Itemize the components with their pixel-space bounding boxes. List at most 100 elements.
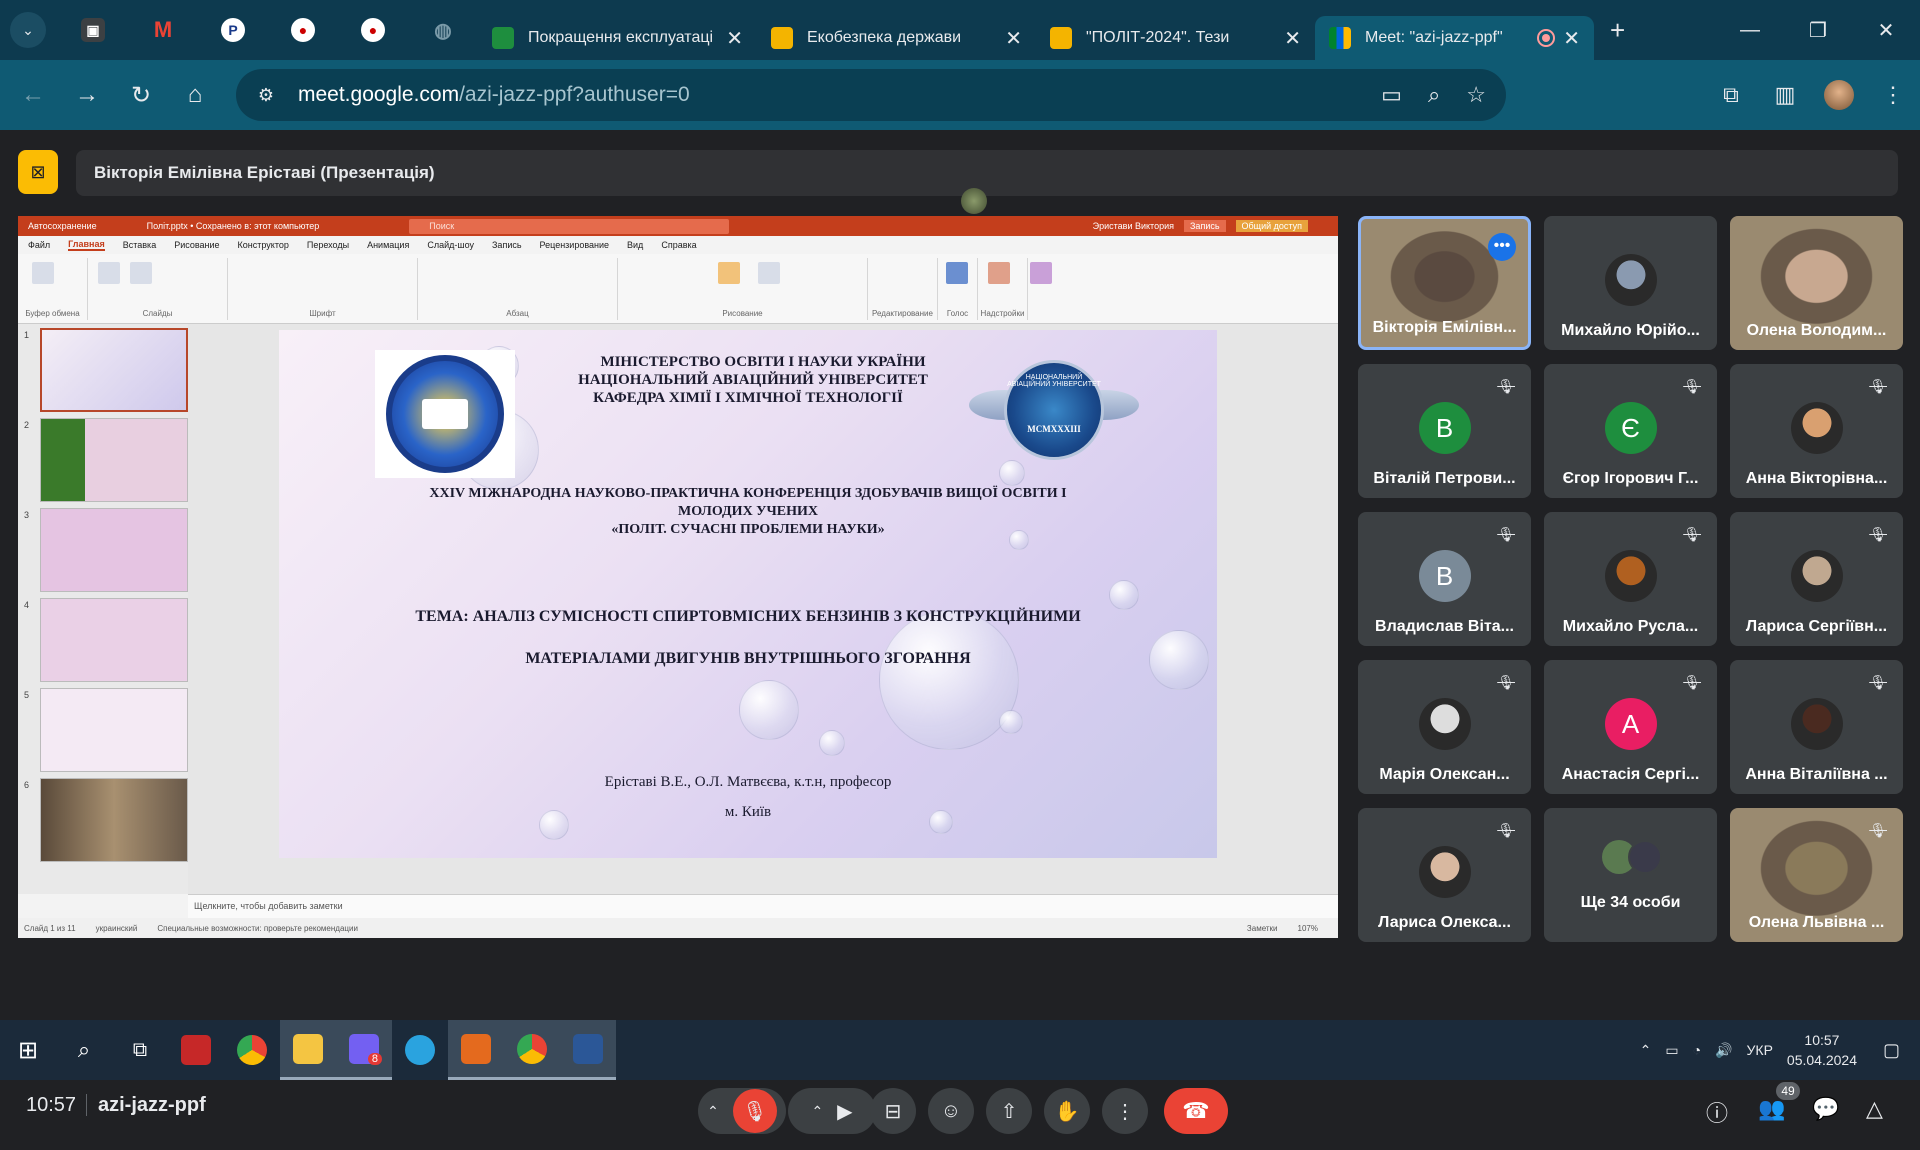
taskbar-app[interactable] bbox=[560, 1020, 616, 1080]
participant-tile[interactable]: В 🎙 Владислав Віта... bbox=[1358, 512, 1531, 646]
participant-tile[interactable]: 🎙 Олена Львівна ... bbox=[1730, 808, 1903, 942]
tab-search-button[interactable]: ⌄ bbox=[10, 12, 46, 48]
wifi-icon[interactable]: ◔ bbox=[1693, 1042, 1701, 1058]
start-button[interactable]: ⊞ bbox=[0, 1020, 56, 1080]
taskbar-app[interactable] bbox=[448, 1020, 504, 1080]
taskbar-app[interactable] bbox=[504, 1020, 560, 1080]
participant-tile[interactable]: Є 🎙 Єгор Ігорович Г... bbox=[1544, 364, 1717, 498]
taskbar-app[interactable] bbox=[392, 1020, 448, 1080]
close-icon[interactable]: ✕ bbox=[1284, 26, 1301, 51]
mic-off-icon[interactable]: 🎙 bbox=[732, 1089, 777, 1133]
camera-icon[interactable]: ▭ bbox=[1381, 82, 1402, 108]
meeting-info-icon[interactable]: ⓘ bbox=[1706, 1096, 1728, 1128]
file-explorer-icon bbox=[293, 1033, 323, 1064]
search-button[interactable]: ⌕ bbox=[56, 1020, 112, 1080]
chevron-up-icon[interactable]: ⌃ bbox=[707, 1103, 719, 1120]
slide-city: м. Київ bbox=[724, 804, 772, 820]
address-bar[interactable]: ⚙ meet.google.com/azi-jazz-ppf?authuser=… bbox=[236, 69, 1506, 121]
pinned-tab-drop-1[interactable]: ● bbox=[268, 8, 338, 52]
back-button[interactable]: ← bbox=[6, 68, 60, 122]
restore-button[interactable]: ❐ bbox=[1784, 0, 1852, 60]
windows-taskbar: ⊞ ⌕ ⧉ 8 ⌃ ▭ ◔ 🔊 УКР 10:57 05.04.2024 ▢ bbox=[0, 1020, 1920, 1080]
people-icon[interactable]: 👥 bbox=[1758, 1096, 1785, 1122]
participant-name: Олена Володим... bbox=[1746, 322, 1887, 339]
presentation-toggle-button[interactable]: ⊠ bbox=[18, 150, 58, 194]
more-options-button[interactable]: ⋮ bbox=[1102, 1088, 1148, 1134]
close-icon[interactable]: ✕ bbox=[726, 26, 743, 51]
participant-tile[interactable]: 🎙 Марія Олексан... bbox=[1358, 660, 1531, 794]
present-button[interactable]: ⇧ bbox=[986, 1088, 1032, 1134]
notifications-icon[interactable]: ▢ bbox=[1883, 1040, 1900, 1061]
camera-control[interactable]: ⌃ ▶ bbox=[788, 1088, 876, 1134]
participant-tile[interactable]: Михайло Юрійо... bbox=[1544, 216, 1717, 350]
bubble-decoration bbox=[819, 730, 845, 756]
close-icon[interactable]: ✕ bbox=[1005, 26, 1022, 51]
taskbar-app[interactable] bbox=[168, 1020, 224, 1080]
taskbar-app[interactable]: 8 bbox=[336, 1020, 392, 1080]
bookmark-star-icon[interactable]: ☆ bbox=[1466, 82, 1486, 108]
taskbar-app[interactable] bbox=[224, 1020, 280, 1080]
captions-button[interactable]: ⊟ bbox=[870, 1088, 916, 1134]
taskbar-app[interactable] bbox=[280, 1020, 336, 1080]
minimize-button[interactable]: — bbox=[1716, 0, 1784, 60]
contact-card-icon: ▣ bbox=[81, 18, 105, 42]
pinned-tab-gmail[interactable]: M bbox=[128, 8, 198, 52]
volume-icon[interactable]: 🔊 bbox=[1715, 1042, 1732, 1059]
participant-tile[interactable]: 🎙 Лариса Олекса... bbox=[1358, 808, 1531, 942]
new-tab-button[interactable]: + bbox=[1610, 15, 1625, 46]
zoom-icon[interactable]: ⌕ bbox=[1428, 82, 1440, 108]
participant-tile[interactable]: 🎙 Анна Віталіївна ... bbox=[1730, 660, 1903, 794]
bubble-decoration bbox=[879, 610, 1019, 750]
url-host: meet.google.com bbox=[298, 83, 460, 106]
participant-avatar bbox=[1604, 254, 1657, 306]
tab-3[interactable]: "ПОЛІТ-2024". Тези ✕ bbox=[1036, 16, 1315, 60]
arrange-icon bbox=[718, 262, 740, 284]
participant-tile[interactable]: А 🎙 Анастасія Сергі... bbox=[1544, 660, 1717, 794]
participant-avatar bbox=[1790, 402, 1843, 454]
profile-avatar[interactable] bbox=[1812, 80, 1866, 110]
system-tray: ⌃ ▭ ◔ 🔊 УКР 10:57 05.04.2024 ▢ bbox=[1640, 1020, 1920, 1080]
participant-tile[interactable]: Ще 34 особи bbox=[1544, 808, 1717, 942]
pinned-tab-p[interactable]: P bbox=[198, 8, 268, 52]
extensions-icon[interactable]: ⧉ bbox=[1704, 82, 1758, 108]
pp-search: Поиск bbox=[409, 218, 730, 234]
chat-icon[interactable]: 💬 bbox=[1812, 1096, 1839, 1122]
battery-icon[interactable]: ▭ bbox=[1665, 1042, 1678, 1059]
participant-tile[interactable]: 🎙 Лариса Сергіївн... bbox=[1730, 512, 1903, 646]
status-slide-count: Слайд 1 из 11 bbox=[24, 923, 76, 933]
close-icon[interactable]: ✕ bbox=[1563, 26, 1580, 51]
reload-button[interactable]: ↻ bbox=[114, 68, 168, 122]
participant-tile[interactable]: 🎙 Анна Вікторівна... bbox=[1730, 364, 1903, 498]
raise-hand-button[interactable]: ✋ bbox=[1044, 1088, 1090, 1134]
pinned-tab-globe[interactable]: ◍ bbox=[408, 8, 478, 52]
pinned-tab-drop-2[interactable]: ● bbox=[338, 8, 408, 52]
tab-2[interactable]: Екобезпека держави ✕ bbox=[757, 16, 1036, 60]
pinned-tab-1[interactable]: ▣ bbox=[58, 8, 128, 52]
menu-icon[interactable]: ⋮ bbox=[1866, 82, 1920, 108]
chevron-up-icon[interactable]: ⌃ bbox=[1640, 1042, 1652, 1059]
task-view-button[interactable]: ⧉ bbox=[112, 1020, 168, 1080]
site-info-icon[interactable]: ⚙ bbox=[252, 81, 280, 109]
telegram-icon bbox=[405, 1035, 435, 1065]
home-button[interactable]: ⌂ bbox=[168, 68, 222, 122]
close-window-button[interactable]: ✕ bbox=[1852, 0, 1920, 60]
participant-tile[interactable]: Олена Володим... bbox=[1730, 216, 1903, 350]
side-panel-icon[interactable]: ▥ bbox=[1758, 82, 1812, 108]
more-options-icon[interactable]: ••• bbox=[1488, 233, 1516, 261]
forward-button[interactable]: → bbox=[60, 68, 114, 122]
pp-menu-item: Главная bbox=[68, 239, 105, 251]
clock[interactable]: 10:57 05.04.2024 bbox=[1787, 1030, 1857, 1070]
camera-icon[interactable]: ▶ bbox=[837, 1099, 852, 1124]
leave-call-button[interactable]: ☎ bbox=[1164, 1088, 1228, 1134]
activities-icon[interactable]: △ bbox=[1866, 1096, 1883, 1122]
participant-name: Анастасія Сергі... bbox=[1561, 766, 1700, 783]
participant-tile[interactable]: 🎙 Михайло Русла... bbox=[1544, 512, 1717, 646]
microphone-control[interactable]: ⌃ 🎙 bbox=[698, 1088, 786, 1134]
reactions-button[interactable]: ☺ bbox=[928, 1088, 974, 1134]
tab-1[interactable]: Покращення експлуатаці ✕ bbox=[478, 16, 757, 60]
tab-meet[interactable]: Meet: "azi-jazz-ppf" ✕ bbox=[1315, 16, 1594, 60]
participant-tile[interactable]: В 🎙 Віталій Петрови... bbox=[1358, 364, 1531, 498]
participant-tile[interactable]: ••• Вікторія Емілівн... bbox=[1358, 216, 1531, 350]
chevron-up-icon[interactable]: ⌃ bbox=[811, 1103, 823, 1120]
input-language[interactable]: УКР bbox=[1747, 1042, 1773, 1058]
